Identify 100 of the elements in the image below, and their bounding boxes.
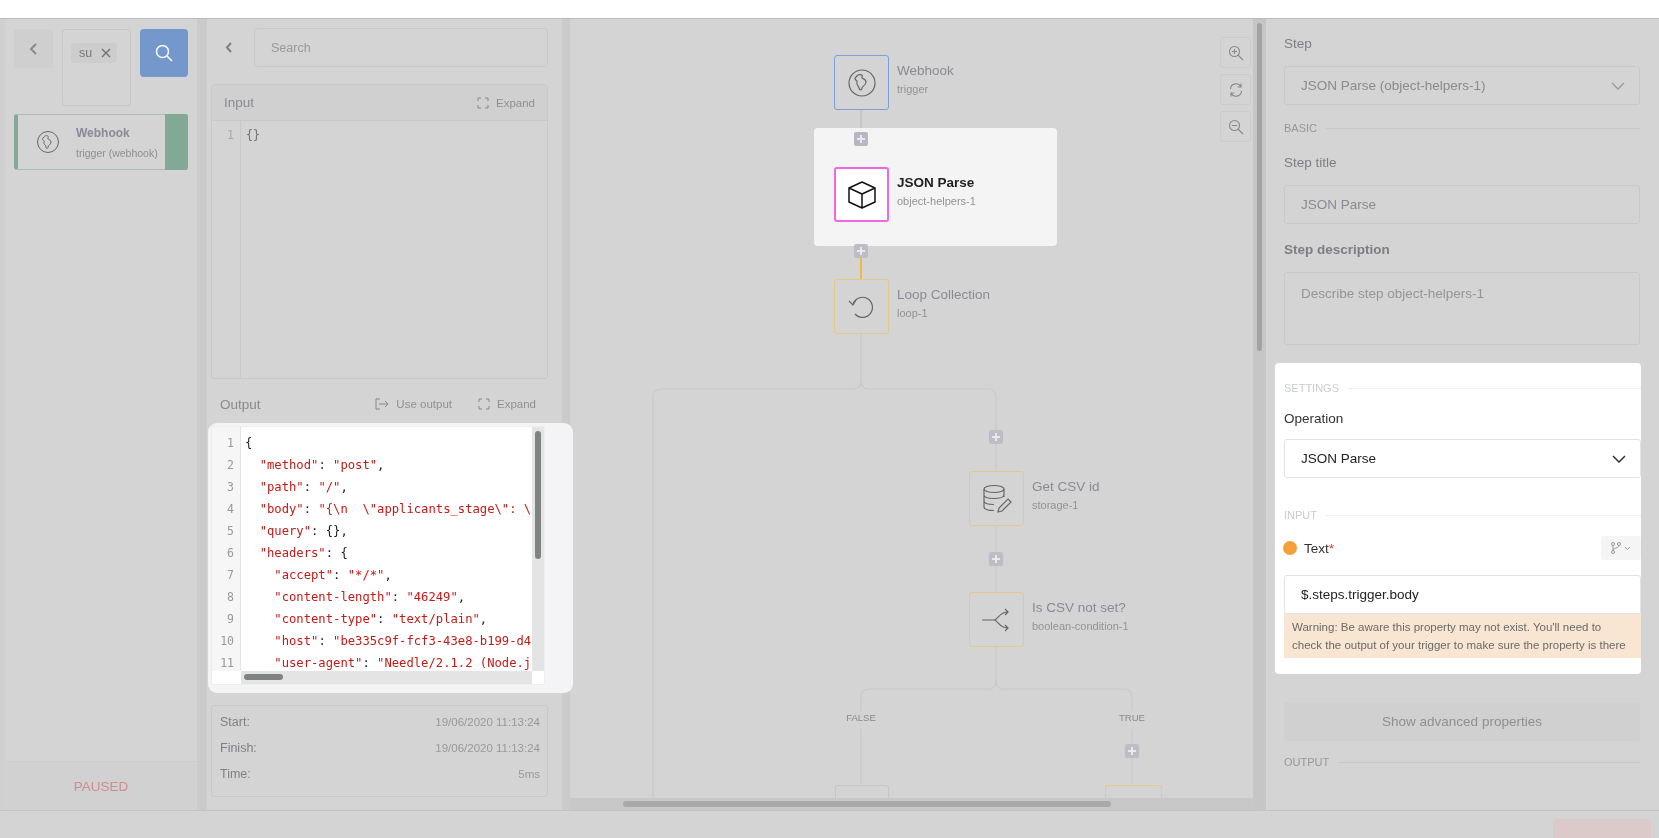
filter-chip[interactable]: su <box>71 43 118 63</box>
step-node[interactable] <box>969 592 1024 647</box>
branch-label: TRUE <box>1119 712 1145 723</box>
code-line: {} <box>246 127 260 143</box>
field-label: Step title <box>1284 155 1338 172</box>
code-line: "content-type": "text/plain", <box>273 611 489 628</box>
add-step-icon[interactable] <box>1125 744 1139 758</box>
node-subtitle: storage-1 <box>1032 499 1079 511</box>
step-node[interactable] <box>969 471 1024 526</box>
scrollbar[interactable] <box>241 671 532 684</box>
code-line: "body": "{\n \"applicants_stage\": \ <box>258 501 532 518</box>
zoom-out-button[interactable] <box>1220 111 1251 142</box>
operation-select[interactable]: JSON Parse <box>1284 439 1641 478</box>
node-subtitle: object-helpers-1 <box>897 195 976 207</box>
step-node[interactable] <box>834 167 889 222</box>
code-line: "path": "/", <box>258 479 349 496</box>
section-heading: BASIC <box>1284 122 1317 134</box>
expand-icon <box>477 96 489 109</box>
use-output-button[interactable]: Use output <box>375 398 452 410</box>
splitter[interactable] <box>562 19 570 427</box>
stat-label: Finish: <box>220 741 257 755</box>
reset-button[interactable] <box>1220 74 1251 105</box>
panel-title: Output <box>220 396 261 412</box>
back-button[interactable] <box>14 29 53 68</box>
field-label: Step <box>1284 36 1313 53</box>
scrollbar[interactable] <box>532 427 544 671</box>
warning-message: Warning: Be aware this property may not exist. You'll need to check the output of your trigger to make sure the property is there <box>1284 614 1641 658</box>
node-subtitle: trigger <box>897 83 929 95</box>
line-number: 3 <box>227 479 234 496</box>
step-title: Webhook <box>76 125 131 140</box>
node-title: JSON Parse <box>897 175 975 190</box>
stat-value: 5ms <box>518 768 540 780</box>
status-label: PAUSED <box>73 778 129 794</box>
node-subtitle: boolean-condition-1 <box>1032 620 1129 632</box>
zoom-in-button[interactable] <box>1220 37 1251 68</box>
zoom-in-icon <box>1227 44 1244 61</box>
selection-strip <box>165 114 188 170</box>
add-step-icon[interactable] <box>854 244 868 258</box>
code-line: "accept": "*/*", <box>273 567 393 584</box>
code-line: "query": {}, <box>258 523 349 540</box>
filter-field[interactable]: su <box>62 29 131 106</box>
text-field[interactable]: $.steps.trigger.body <box>1284 575 1641 614</box>
globe-icon <box>36 130 60 154</box>
chevron-down-icon <box>1611 81 1625 90</box>
step-node[interactable] <box>834 55 889 110</box>
add-step-icon[interactable] <box>989 552 1003 566</box>
globe-icon <box>846 67 877 98</box>
cube-icon <box>845 178 878 211</box>
section-heading: SETTINGS <box>1284 382 1339 394</box>
database-pencil-icon <box>980 482 1013 515</box>
zoom-out-icon <box>1227 118 1244 135</box>
search-field[interactable]: Search <box>254 28 548 67</box>
step-subtitle: trigger (webhook) <box>76 146 158 159</box>
chevron-left-icon <box>28 42 39 55</box>
scrollbar[interactable] <box>1253 19 1266 810</box>
expand-button[interactable]: Expand <box>478 398 536 410</box>
description-field[interactable]: Describe step object-helpers-1 <box>1284 272 1640 345</box>
splitter[interactable] <box>562 689 570 810</box>
expand-icon <box>478 398 490 410</box>
line-number: 9 <box>227 611 234 628</box>
advanced-properties-button[interactable]: Show advanced properties <box>1284 702 1640 741</box>
line-number: 10 <box>220 633 234 650</box>
search-button[interactable] <box>140 29 188 77</box>
field-label: Operation <box>1284 411 1345 428</box>
line-number: 6 <box>227 545 234 562</box>
chevron-down-icon <box>1612 454 1626 463</box>
source-mode-button[interactable] <box>1601 536 1641 560</box>
field-label: Text* <box>1304 540 1335 556</box>
line-number: 2 <box>227 457 234 474</box>
section-heading: OUTPUT <box>1284 756 1330 768</box>
add-step-icon[interactable] <box>854 132 868 146</box>
node-title: Webhook <box>897 63 954 78</box>
code-line: "host": "be335c9f-fcf3-43e8-b199-d4 <box>273 633 532 650</box>
section-heading: INPUT <box>1284 509 1317 521</box>
title-field[interactable]: JSON Parse <box>1284 185 1640 224</box>
search-icon <box>155 44 173 62</box>
expand-button[interactable]: Expand <box>477 96 535 109</box>
step-select[interactable]: JSON Parse (object-helpers-1) <box>1284 66 1640 105</box>
line-number: 11 <box>220 655 234 671</box>
close-icon[interactable] <box>101 48 112 58</box>
line-number: 7 <box>227 567 234 584</box>
code-line: "content-length": "46249", <box>273 589 467 606</box>
line-number: 8 <box>227 589 234 606</box>
code-line: "method": "post", <box>258 457 386 474</box>
branch-label: FALSE <box>846 712 876 723</box>
stat-label: Start: <box>220 715 250 729</box>
field-label: Step description <box>1284 242 1391 259</box>
node-title: Loop Collection <box>897 287 991 302</box>
splitter[interactable] <box>197 19 207 810</box>
add-step-icon[interactable] <box>989 430 1003 444</box>
refresh-icon <box>1227 81 1244 98</box>
code-line: "user-agent": "Needle/2.1.2 (Node.j <box>273 655 532 671</box>
node-title: Is CSV not set? <box>1032 600 1126 615</box>
exit-arrow-icon <box>375 398 390 410</box>
step-card[interactable]: Webhook trigger (webhook) <box>14 114 188 170</box>
panel-title: Input <box>224 95 255 110</box>
node-subtitle: loop-1 <box>897 307 928 319</box>
line-number: 4 <box>227 501 234 518</box>
stat-value: 19/06/2020 11:13:24 <box>435 716 540 728</box>
step-node[interactable] <box>834 279 889 334</box>
